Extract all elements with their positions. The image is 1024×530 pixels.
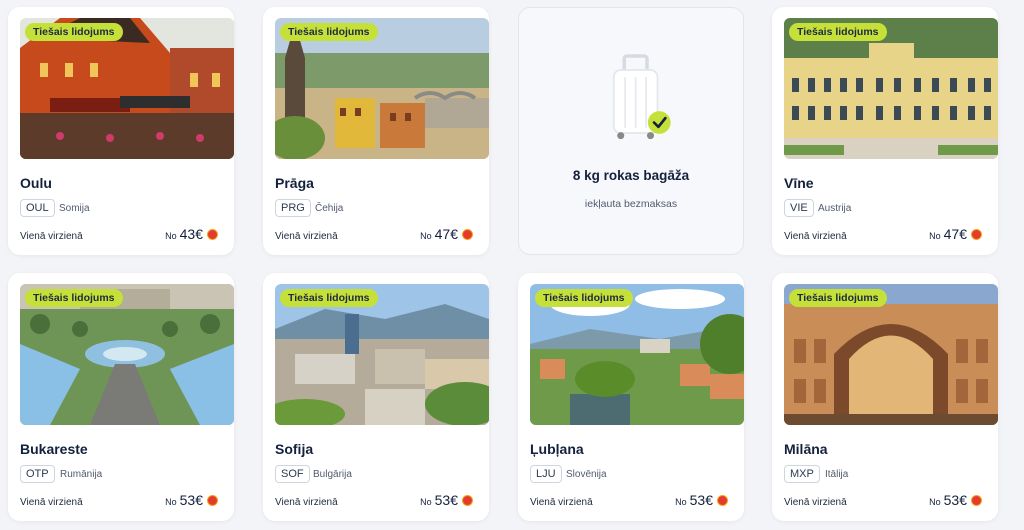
airport-code: PRG — [275, 199, 311, 217]
city-name: Vīne — [784, 175, 814, 191]
one-way-label: Vienā virzienā — [784, 231, 847, 242]
country-name: Itālija — [825, 469, 849, 480]
destination-photo: Tiešais lidojums — [275, 284, 489, 425]
destination-card-lubljana[interactable]: Tiešais lidojums Ļubļana LJU Slovēnija V… — [518, 273, 744, 521]
one-way-label: Vienā virzienā — [784, 497, 847, 508]
country-name: Čehija — [315, 203, 344, 214]
coin-icon — [971, 229, 982, 240]
one-way-label: Vienā virzienā — [275, 497, 338, 508]
airport-code: MXP — [784, 465, 820, 483]
price-prefix: No — [929, 231, 941, 241]
price-amount: 53€ — [434, 492, 458, 508]
direct-flight-badge: Tiešais lidojums — [789, 289, 887, 307]
one-way-label: Vienā virzienā — [20, 231, 83, 242]
city-name: Milāna — [784, 441, 828, 457]
coin-icon — [717, 495, 728, 506]
country-name: Rumānija — [60, 469, 103, 480]
direct-flight-badge: Tiešais lidojums — [535, 289, 633, 307]
luggage-info-card: 8 kg rokas bagāža iekļauta bezmaksas — [518, 7, 744, 255]
price-prefix: No — [165, 231, 177, 241]
destination-photo: Tiešais lidojums — [20, 18, 234, 159]
city-name: Bukareste — [20, 441, 88, 457]
airport-code: LJU — [530, 465, 562, 483]
city-name: Prāga — [275, 175, 314, 191]
airport-code: OUL — [20, 199, 55, 217]
price-prefix: No — [420, 231, 432, 241]
luggage-subtitle: iekļauta bezmaksas — [584, 198, 678, 210]
price: No 53€ — [420, 492, 473, 508]
airport-code: SOF — [275, 465, 310, 483]
city-name: Oulu — [20, 175, 52, 191]
direct-flight-badge: Tiešais lidojums — [25, 289, 123, 307]
destination-photo: Tiešais lidojums — [530, 284, 744, 425]
price: No 53€ — [165, 492, 218, 508]
destination-photo: Tiešais lidojums — [20, 284, 234, 425]
one-way-label: Vienā virzienā — [20, 497, 83, 508]
price-prefix: No — [929, 497, 941, 507]
direct-flight-badge: Tiešais lidojums — [280, 23, 378, 41]
price-amount: 53€ — [179, 492, 203, 508]
coin-icon — [971, 495, 982, 506]
country-name: Somija — [59, 203, 90, 214]
city-name: Sofija — [275, 441, 314, 457]
country-name: Bulgārija — [313, 469, 352, 480]
destination-card-praga[interactable]: Tiešais lidojums Prāga PRG Čehija Vienā … — [263, 7, 489, 255]
luggage-title: 8 kg rokas bagāža — [572, 168, 690, 183]
destination-card-oulu[interactable]: Tiešais lidojums Oulu OUL Somija Vienā v… — [8, 7, 234, 255]
price: No 53€ — [929, 492, 982, 508]
price: No 47€ — [420, 226, 473, 242]
coin-icon — [462, 495, 473, 506]
direct-flight-badge: Tiešais lidojums — [280, 289, 378, 307]
one-way-label: Vienā virzienā — [275, 231, 338, 242]
direct-flight-badge: Tiešais lidojums — [25, 23, 123, 41]
price: No 53€ — [675, 492, 728, 508]
price-amount: 53€ — [689, 492, 713, 508]
destination-card-vine[interactable]: Tiešais lidojums Vīne VIE Austrija Vienā… — [772, 7, 998, 255]
price-amount: 43€ — [179, 226, 203, 242]
coin-icon — [207, 229, 218, 240]
price-prefix: No — [675, 497, 687, 507]
one-way-label: Vienā virzienā — [530, 497, 593, 508]
price-amount: 47€ — [943, 226, 967, 242]
price: No 47€ — [929, 226, 982, 242]
direct-flight-badge: Tiešais lidojums — [789, 23, 887, 41]
coin-icon — [462, 229, 473, 240]
price-prefix: No — [420, 497, 432, 507]
price-amount: 53€ — [943, 492, 967, 508]
airport-code: OTP — [20, 465, 55, 483]
country-name: Slovēnija — [566, 469, 607, 480]
suitcase-icon — [612, 54, 671, 140]
destination-card-milana[interactable]: Tiešais lidojums Milāna MXP Itālija Vien… — [772, 273, 998, 521]
city-name: Ļubļana — [530, 441, 584, 457]
destination-photo: Tiešais lidojums — [784, 18, 998, 159]
price-amount: 47€ — [434, 226, 458, 242]
destination-photo: Tiešais lidojums — [784, 284, 998, 425]
destination-card-sofija[interactable]: Tiešais lidojums Sofija SOF Bulgārija Vi… — [263, 273, 489, 521]
destination-photo: Tiešais lidojums — [275, 18, 489, 159]
price-prefix: No — [165, 497, 177, 507]
country-name: Austrija — [818, 203, 852, 214]
coin-icon — [207, 495, 218, 506]
destination-card-bukareste[interactable]: Tiešais lidojums Bukareste OTP Rumānija … — [8, 273, 234, 521]
airport-code: VIE — [784, 199, 814, 217]
price: No 43€ — [165, 226, 218, 242]
